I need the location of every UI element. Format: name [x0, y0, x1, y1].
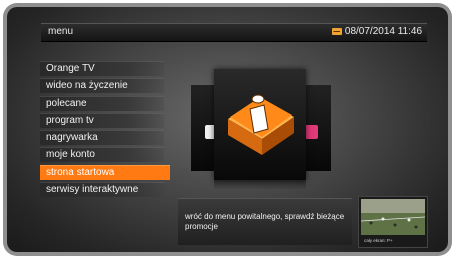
vod-icon [304, 125, 318, 139]
clock: 08/07/2014 11:46 [331, 26, 422, 37]
tv-frame: menu 08/07/2014 11:46 Orange TV wideo na… [3, 3, 452, 256]
icon-carousel [191, 65, 331, 190]
menu-item-strona-startowa[interactable]: strona startowa [40, 164, 170, 180]
pip-video [361, 199, 425, 235]
pip-preview[interactable]: cały ekran: P+ [358, 196, 428, 248]
datetime: 08/07/2014 11:46 [344, 26, 422, 37]
pip-video-graphic [361, 199, 425, 235]
menu-item-nagrywarka[interactable]: nagrywarka [40, 130, 164, 146]
menu-item-wideo-na-zyczenie[interactable]: wideo na życzenie [40, 78, 164, 94]
main-menu: Orange TV wideo na życzenie polecane pro… [40, 61, 170, 199]
menu-item-program-tv[interactable]: program tv [40, 112, 164, 128]
description-text: wróć do menu powitalnego, sprawdź bieżąc… [185, 212, 345, 231]
top-bar: menu 08/07/2014 11:46 [41, 23, 427, 42]
menu-title: menu [48, 26, 74, 37]
info-icon [228, 94, 294, 155]
menu-item-orange-tv[interactable]: Orange TV [40, 61, 164, 76]
menu-item-moje-konto[interactable]: moje konto [40, 147, 164, 163]
mail-icon [331, 28, 342, 35]
tv-screen: menu 08/07/2014 11:46 Orange TV wideo na… [7, 7, 448, 252]
description-box: wróć do menu powitalnego, sprawdź bieżąc… [178, 198, 352, 245]
pip-caption: cały ekran: P+ [364, 238, 393, 243]
carousel-reflection [214, 180, 306, 190]
carousel-current-card[interactable] [214, 69, 306, 180]
menu-item-polecane[interactable]: polecane [40, 95, 164, 111]
menu-item-serwisy-interaktywne[interactable]: serwisy interaktywne [40, 182, 164, 198]
